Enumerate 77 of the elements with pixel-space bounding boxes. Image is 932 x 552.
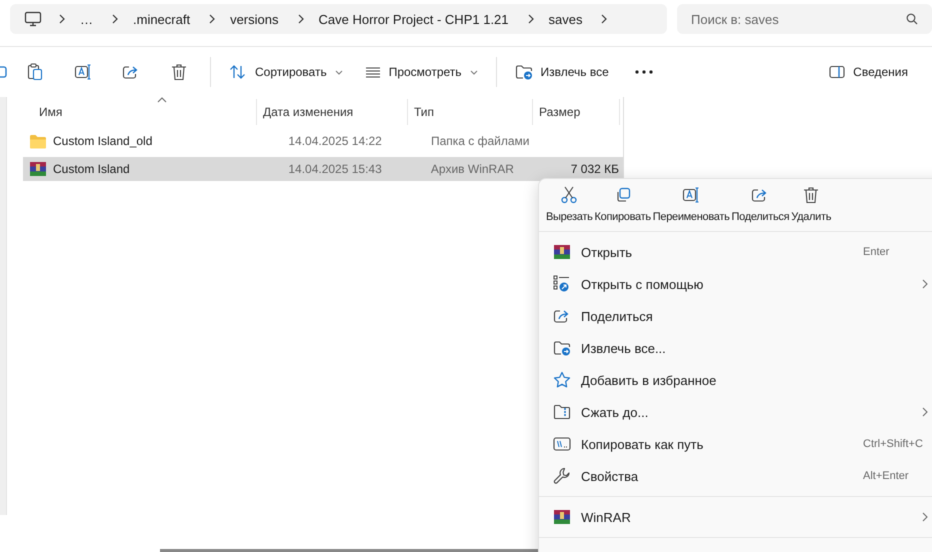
column-header[interactable]: Размер bbox=[533, 99, 620, 125]
quick-action-button[interactable]: Поделиться bbox=[730, 185, 790, 229]
menu-label: Открыть bbox=[581, 244, 632, 260]
menu-label: Поделиться bbox=[581, 308, 653, 324]
details-pane-icon bbox=[829, 65, 846, 79]
toolbar-button[interactable]: Просмотреть bbox=[356, 56, 486, 88]
extract-icon bbox=[553, 340, 571, 356]
toolbar-button[interactable]: Сортировать bbox=[221, 56, 351, 88]
sort-caret-icon bbox=[157, 97, 167, 103]
breadcrumb[interactable]: … bbox=[80, 12, 93, 26]
column-header[interactable]: Дата изменения bbox=[257, 99, 408, 125]
caret-icon bbox=[470, 70, 478, 74]
menu-item[interactable]: Извлечь все... bbox=[539, 332, 932, 364]
search-icon bbox=[906, 13, 918, 25]
trash-icon bbox=[803, 185, 820, 205]
menu-item[interactable]: Открыть Enter bbox=[539, 236, 932, 268]
view-icon bbox=[364, 66, 381, 78]
menu-item[interactable]: Сжать до... bbox=[539, 396, 932, 428]
file-name: Custom Island bbox=[53, 162, 130, 176]
column-header[interactable]: Имя bbox=[9, 99, 257, 125]
shortcut-text: Alt+Enter bbox=[863, 470, 909, 482]
menu-item[interactable]: Открыть с помощью bbox=[539, 268, 932, 300]
star-icon bbox=[553, 371, 571, 389]
menu-label: Свойства bbox=[581, 468, 638, 484]
share-icon bbox=[553, 308, 571, 324]
menu-item[interactable]: Добавить в избранное bbox=[539, 364, 932, 396]
menu-label: WinRAR bbox=[581, 510, 631, 524]
chevron-icon bbox=[922, 279, 928, 289]
file-row[interactable]: Custom Island_old 14.04.2025 14:22 Папка с файлами bbox=[23, 129, 623, 153]
scissors-icon bbox=[560, 185, 578, 205]
menu-item[interactable]: WinRAR bbox=[539, 501, 932, 533]
toolbar-button[interactable]: Извлечь все bbox=[506, 56, 617, 88]
menu-label: Извлечь все... bbox=[581, 340, 666, 356]
open-with-icon bbox=[553, 275, 571, 293]
rename-icon bbox=[682, 185, 700, 205]
copy-icon[interactable] bbox=[0, 64, 8, 80]
chevron-icon bbox=[922, 512, 928, 522]
menu-label: Добавить в избранное bbox=[581, 372, 716, 388]
menu-item[interactable]: Копировать как путь Ctrl+Shift+C bbox=[539, 428, 932, 460]
table-cell-text: Архив WinRAR bbox=[430, 162, 515, 176]
file-name: Custom Island_old bbox=[53, 134, 152, 148]
table-cell-text: 14.04.2025 15:43 bbox=[287, 162, 383, 176]
column-header[interactable]: Тип bbox=[408, 99, 533, 125]
file-row[interactable]: Custom Island 14.04.2025 15:43 Архив WinRAR 7 032 КБ bbox=[23, 157, 623, 181]
menu-item[interactable]: Свойства Alt+Enter bbox=[539, 460, 932, 492]
wrench-icon bbox=[553, 467, 571, 485]
menu-item[interactable]: Поделиться bbox=[539, 300, 932, 332]
quick-action-button[interactable]: Удалить bbox=[790, 185, 832, 229]
extract-icon bbox=[514, 64, 533, 80]
breadcrumb[interactable]: versions bbox=[230, 12, 278, 26]
archive-icon bbox=[553, 244, 571, 260]
search-field[interactable]: Поиск в: saves bbox=[677, 4, 932, 34]
sort-icon bbox=[229, 64, 247, 80]
chevron-icon bbox=[922, 407, 928, 417]
table-cell-text: 14.04.2025 14:22 bbox=[287, 134, 383, 148]
computer-icon bbox=[24, 11, 42, 27]
table-cell-text: Папка с файлами bbox=[430, 134, 530, 148]
caret-icon bbox=[334, 70, 343, 74]
shortcut-text: Ctrl+Shift+C bbox=[863, 438, 923, 450]
address-bar[interactable]: … .minecraft versions Cave Horror Project - CHP1 1.21 saves bbox=[10, 4, 667, 34]
breadcrumb[interactable]: .minecraft bbox=[133, 12, 190, 26]
path-icon bbox=[553, 436, 571, 452]
table-cell-text: 7 032 КБ bbox=[570, 162, 620, 176]
breadcrumb[interactable]: saves bbox=[548, 12, 582, 26]
archive-icon bbox=[553, 509, 571, 525]
shortcut-text: Enter bbox=[863, 246, 890, 258]
folder-icon bbox=[29, 134, 47, 148]
zip-folder-icon bbox=[553, 404, 571, 420]
menu-label: Копировать как путь bbox=[581, 436, 704, 452]
quick-action-button[interactable]: Копировать bbox=[594, 185, 652, 229]
menu-label: Открыть с помощью bbox=[581, 276, 704, 292]
archive-icon bbox=[29, 161, 47, 177]
breadcrumb[interactable]: Cave Horror Project - CHP1 1.21 bbox=[318, 12, 509, 26]
details-button[interactable]: Сведения bbox=[821, 56, 916, 88]
quick-action-button[interactable]: Вырезать bbox=[545, 185, 594, 229]
quick-action-button[interactable]: Переименовать bbox=[652, 185, 731, 229]
menu-label: Сжать до... bbox=[581, 404, 648, 420]
